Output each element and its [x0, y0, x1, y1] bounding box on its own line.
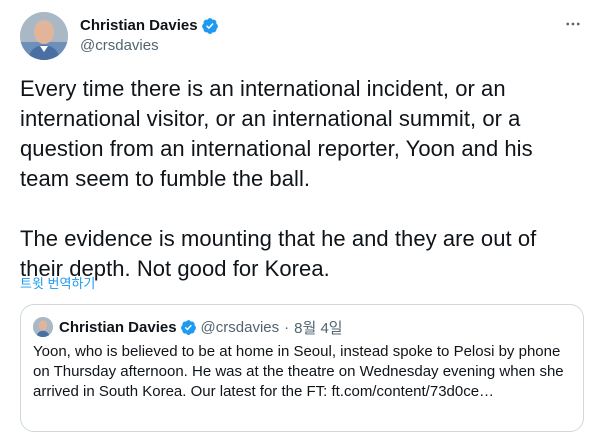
tweet-text: Every time there is an international inc…	[20, 76, 537, 281]
quoted-tweet-header: Christian Davies @crsdavies · 8월 4일	[33, 317, 343, 337]
quoted-tweet-date[interactable]: 8월 4일	[294, 317, 342, 338]
author-block: Christian Davies @crsdavies	[80, 16, 219, 56]
translate-tweet-link[interactable]: 트윗 번역하기	[20, 273, 95, 292]
quoted-author-display-name: Christian Davies	[59, 318, 177, 336]
quoted-author-handle: @crsdavies	[200, 318, 280, 336]
separator-dot: ·	[284, 318, 290, 336]
author-handle[interactable]: @crsdavies	[80, 36, 219, 56]
tweet-header: Christian Davies @crsdavies	[20, 12, 219, 60]
author-display-name[interactable]: Christian Davies	[80, 16, 198, 36]
tweet[interactable]: Christian Davies @crsdavies Every time t…	[0, 0, 601, 448]
quoted-tweet-text: Yoon, who is believed to be at home in S…	[33, 343, 564, 400]
verified-badge-icon	[180, 319, 197, 336]
more-options-icon[interactable]	[563, 14, 583, 34]
verified-badge-icon	[201, 17, 219, 35]
quoted-tweet[interactable]: Christian Davies @crsdavies · 8월 4일 Yoon…	[20, 304, 584, 432]
quoted-avatar	[33, 317, 53, 337]
avatar[interactable]	[20, 12, 68, 60]
